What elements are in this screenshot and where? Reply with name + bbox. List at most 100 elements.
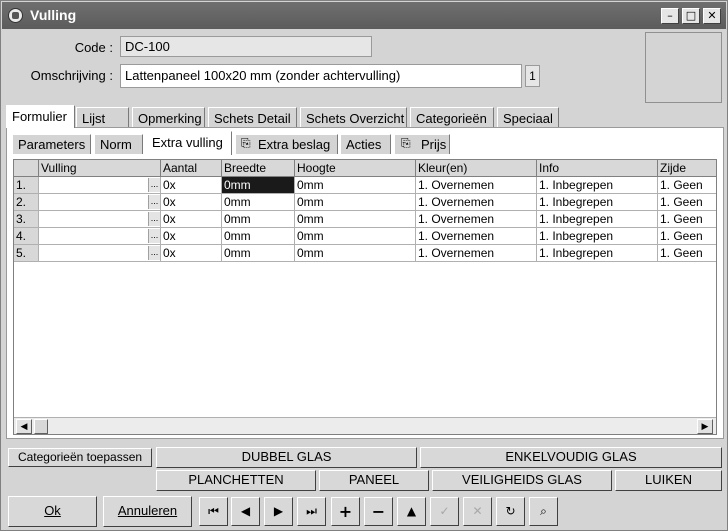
- maximize-button[interactable]: □: [682, 8, 700, 24]
- header-kleur[interactable]: Kleur(en): [416, 160, 537, 177]
- scroll-right-icon[interactable]: ▶: [697, 419, 713, 434]
- browse-button[interactable]: ...: [148, 212, 160, 226]
- breedte-cell[interactable]: 0mm: [222, 211, 295, 228]
- info-cell[interactable]: 1. Inbegrepen: [537, 245, 658, 262]
- header-hoogte[interactable]: Hoogte: [295, 160, 416, 177]
- zijde-cell[interactable]: 1. Geen: [658, 194, 716, 211]
- refresh-icon[interactable]: ↻: [496, 497, 525, 526]
- planchetten-button[interactable]: PLANCHETTEN: [156, 470, 316, 491]
- vulling-cell[interactable]: ...: [39, 228, 161, 245]
- hoogte-cell[interactable]: 0mm: [295, 194, 416, 211]
- luiken-button[interactable]: LUIKEN: [615, 470, 722, 491]
- header-breedte[interactable]: Breedte: [222, 160, 295, 177]
- zijde-cell[interactable]: 1. Geen: [658, 177, 716, 194]
- hoogte-cell[interactable]: 0mm: [295, 211, 416, 228]
- hoogte-cell[interactable]: 0mm: [295, 228, 416, 245]
- breedte-cell[interactable]: 0mm: [222, 228, 295, 245]
- info-cell[interactable]: 1. Inbegrepen: [537, 194, 658, 211]
- aantal-cell[interactable]: 0x: [161, 228, 222, 245]
- omschrijving-field[interactable]: Lattenpaneel 100x20 mm (zonder achtervul…: [120, 64, 522, 88]
- minimize-button[interactable]: –: [661, 8, 679, 24]
- horizontal-scrollbar[interactable]: ◀ ▶: [14, 417, 716, 434]
- tab-opmerking[interactable]: Opmerking: [132, 107, 205, 129]
- header-aantal[interactable]: Aantal: [161, 160, 222, 177]
- tab-extra-beslag[interactable]: ⎘ Extra beslag: [235, 134, 338, 154]
- kleur-cell[interactable]: 1. Overnemen: [416, 228, 537, 245]
- aantal-cell[interactable]: 0x: [161, 194, 222, 211]
- previous-record-icon[interactable]: ◀: [231, 497, 260, 526]
- row-number: 4.: [14, 228, 39, 245]
- tab-schets-overzicht[interactable]: Schets Overzicht: [300, 107, 407, 129]
- aantal-cell[interactable]: 0x: [161, 245, 222, 262]
- aantal-cell[interactable]: 0x: [161, 177, 222, 194]
- header-vulling[interactable]: Vulling: [39, 160, 161, 177]
- code-field[interactable]: DC-100: [120, 36, 372, 57]
- info-cell[interactable]: 1. Inbegrepen: [537, 228, 658, 245]
- row-number: 1.: [14, 177, 39, 194]
- kleur-cell[interactable]: 1. Overnemen: [416, 194, 537, 211]
- tab-extra-beslag-label: Extra beslag: [258, 137, 331, 152]
- vulling-cell[interactable]: ...: [39, 211, 161, 228]
- extra-vulling-grid: Vulling Aantal Breedte Hoogte Kleur(en) …: [13, 159, 717, 435]
- annuleren-button[interactable]: Annuleren: [103, 496, 192, 527]
- browse-button[interactable]: ...: [148, 246, 160, 260]
- close-button[interactable]: ✕: [703, 8, 721, 24]
- first-record-icon[interactable]: ⏮: [199, 497, 228, 526]
- browse-button[interactable]: ...: [148, 229, 160, 243]
- last-record-icon[interactable]: ⏭: [297, 497, 326, 526]
- scroll-left-icon[interactable]: ◀: [16, 419, 32, 434]
- kleur-cell[interactable]: 1. Overnemen: [416, 211, 537, 228]
- kleur-cell[interactable]: 1. Overnemen: [416, 245, 537, 262]
- vulling-cell[interactable]: ...: [39, 245, 161, 262]
- add-icon[interactable]: +: [331, 497, 360, 526]
- info-cell[interactable]: 1. Inbegrepen: [537, 211, 658, 228]
- binoculars-icon[interactable]: ⌕: [529, 497, 558, 526]
- title-bar: Vulling – □ ✕: [2, 2, 726, 29]
- hoogte-cell[interactable]: 0mm: [295, 177, 416, 194]
- breedte-cell[interactable]: 0mm: [222, 245, 295, 262]
- move-up-icon[interactable]: ▲: [397, 497, 426, 526]
- scroll-thumb[interactable]: [34, 419, 48, 434]
- zijde-cell[interactable]: 1. Geen: [658, 245, 716, 262]
- browse-button[interactable]: ...: [148, 178, 160, 192]
- main-window: Vulling – □ ✕ Code : DC-100 Omschrijving…: [0, 0, 728, 531]
- tab-categorieen[interactable]: Categorieën: [410, 107, 494, 129]
- next-record-icon[interactable]: ▶: [264, 497, 293, 526]
- breedte-cell[interactable]: 0mm: [222, 194, 295, 211]
- tab-formulier[interactable]: Formulier: [6, 105, 75, 128]
- dubbel-glas-button[interactable]: DUBBEL GLAS: [156, 447, 417, 468]
- tab-extra-vulling[interactable]: Extra vulling: [146, 131, 232, 155]
- aantal-cell[interactable]: 0x: [161, 211, 222, 228]
- remove-icon[interactable]: −: [364, 497, 393, 526]
- breedte-cell[interactable]: 0mm: [222, 177, 295, 194]
- cancel-edit-icon: ✕: [463, 497, 492, 526]
- hoogte-cell[interactable]: 0mm: [295, 245, 416, 262]
- enkelvoudig-glas-button[interactable]: ENKELVOUDIG GLAS: [420, 447, 722, 468]
- veiligheids-glas-button[interactable]: VEILIGHEIDS GLAS: [432, 470, 612, 491]
- info-cell[interactable]: 1. Inbegrepen: [537, 177, 658, 194]
- categorieen-toepassen-button[interactable]: Categorieën toepassen: [8, 448, 152, 467]
- zijde-cell[interactable]: 1. Geen: [658, 228, 716, 245]
- window-title: Vulling: [30, 7, 77, 23]
- row-number: 2.: [14, 194, 39, 211]
- tab-prijs-label: Prijs: [421, 137, 447, 152]
- zijde-cell[interactable]: 1. Geen: [658, 211, 716, 228]
- tab-speciaal[interactable]: Speciaal: [497, 107, 559, 129]
- paperclip-icon: ⎘: [241, 136, 251, 150]
- paneel-button[interactable]: PANEEL: [319, 470, 429, 491]
- vulling-cell[interactable]: ...: [39, 177, 161, 194]
- tab-acties[interactable]: Acties: [340, 134, 391, 154]
- vulling-cell[interactable]: ...: [39, 194, 161, 211]
- confirm-icon: ✓: [430, 497, 459, 526]
- tab-lijst[interactable]: Lijst: [76, 107, 129, 129]
- browse-button[interactable]: ...: [148, 195, 160, 209]
- ok-button[interactable]: Ok: [8, 496, 97, 527]
- tab-norm[interactable]: Norm: [94, 134, 143, 154]
- header-zijde[interactable]: Zijde: [658, 160, 716, 177]
- tab-schets-detail[interactable]: Schets Detail: [208, 107, 297, 129]
- kleur-cell[interactable]: 1. Overnemen: [416, 177, 537, 194]
- tab-prijs[interactable]: ⎘ Prijs: [394, 134, 450, 154]
- row-number: 5.: [14, 245, 39, 262]
- header-info[interactable]: Info: [537, 160, 658, 177]
- tab-parameters[interactable]: Parameters: [12, 134, 91, 154]
